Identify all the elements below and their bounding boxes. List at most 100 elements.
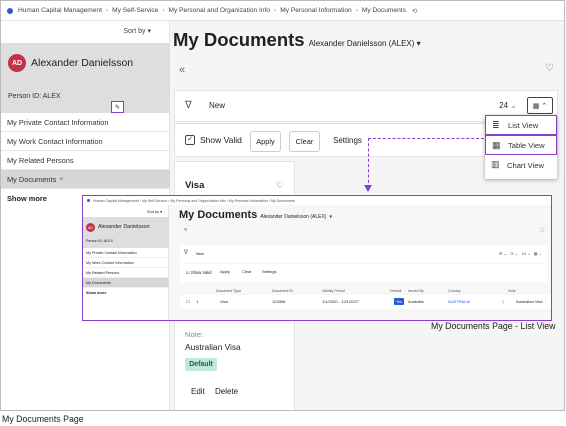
edit-pencil-icon[interactable]: ✎ [111,101,124,113]
breadcrumb-item[interactable]: My Personal Information [280,7,351,14]
inset-toolbar-right: ⚙ ⌄ ⟳ ⌄ 24 ⌄ ▦ ⌄ [498,251,542,256]
document-icon: ▯ [502,299,505,304]
inset-main: My Documents Alexander Danielsson (ALEX)… [170,205,551,320]
page-title: My Documents Alexander Danielsson (ALEX) … [173,29,421,51]
inset-apply: Apply [220,269,231,274]
sidebar-item-documents[interactable]: My Documents ⌖ [1,170,170,189]
chevron-up-icon: ⌃ [541,102,548,110]
callout-arrow [364,185,372,192]
inset-table-row: ☐ 1 Visa 123456 1/1/2020 - 12/1/2027 Yes… [180,295,551,309]
breadcrumb-item[interactable]: My Self-Service [112,7,158,14]
pin-icon: ⌖ [59,174,64,183]
favorite-icon[interactable]: ♡ [545,63,554,74]
cell-country: AUSTRALIA [448,299,471,304]
favorite-icon[interactable]: ♡ [276,180,284,191]
list-icon: ≣ [492,120,500,130]
inset-breadcrumb-item: My Personal and Organization Info [170,198,226,203]
delete-button[interactable]: Delete [215,387,238,396]
inset-nav-item: My Work Contact Information [83,258,169,268]
row-index: 1 [196,299,199,304]
inset-breadcrumb-item: My Personal Information [228,198,268,203]
cell-issued-by: Australia [408,299,424,304]
settings-button[interactable]: Settings [333,136,362,145]
sort-by-dropdown[interactable]: Sort by ▾ [123,27,151,35]
page-size-dropdown[interactable]: 24 ⌄ [499,101,517,110]
inset-new: New [196,251,205,256]
breadcrumb-item[interactable]: My Personal and Organization Info [169,7,271,14]
sidebar-nav: My Private Contact Information My Work C… [1,113,170,207]
inset-sort-by: Sort by ▾ [147,210,162,214]
column-header: Issued By [408,289,424,293]
menu-item-label: Chart View [507,160,545,170]
menu-item-chart-view[interactable]: ▥ Chart View [485,155,557,175]
caret-down-icon: ▾ [329,214,333,220]
menu-item-label: List View [508,120,539,130]
list-view-caption: My Documents Page - List View [431,321,556,331]
grid-icon: ▦ [532,102,540,110]
inset-nav-item: My Private Contact Information [83,248,169,258]
filter-icon[interactable]: ∇ [185,100,192,111]
note-value: Australian Visa [185,342,241,352]
apply-button[interactable]: Apply [250,131,281,152]
cell-type: Visa [220,299,228,304]
inset-sidebar: Sort by ▾ AD Alexander Danielsson Person… [83,205,169,320]
inset-filter-icon: ∇ [184,250,189,256]
inset-clear: Clear [242,269,252,274]
inset-avatar: AD [86,223,95,232]
inset-breadcrumb: Human Capital Management › My Self-Servi… [83,196,551,205]
inset-profile: AD Alexander Danielsson Person ID: ALEX [83,217,169,248]
sidebar-item-related-persons[interactable]: My Related Persons [1,151,170,170]
inset-filter-bar: ☑ Show Valid Apply Clear Settings [180,264,548,282]
menu-item-list-view[interactable]: ≣ List View [485,115,557,135]
new-button[interactable]: New [209,101,225,110]
inset-title: My Documents Alexander Danielsson (ALEX)… [179,209,332,221]
edit-button[interactable]: Edit [191,387,205,396]
collapse-sidebar-icon[interactable]: « [179,64,185,76]
show-valid-checkbox[interactable]: ✓ [185,135,195,145]
person-selector[interactable]: Alexander Danielsson (ALEX) ▾ [309,39,421,48]
menu-item-table-view[interactable]: ▦ Table View [485,135,557,155]
chevron-down-icon: ⌄ [510,101,517,110]
page-title-text: My Documents [173,29,305,50]
inset-subtitle: Alexander Danielsson (ALEX) [260,214,327,220]
inset-nav-item-active: My Documents [83,278,169,288]
inset-table-header: Document Type Document ID Validity Perio… [180,287,551,295]
column-header: Default [390,289,402,293]
sort-by-label: Sort by [123,28,146,35]
column-header: Validity Period [322,289,345,293]
table-icon: ▦ [492,140,501,150]
row-checkbox-icon: ☐ [186,299,190,304]
column-header: Document Type [216,289,242,293]
caret-down-icon: ▾ [147,28,151,35]
sidebar-item-private-contact[interactable]: My Private Contact Information [1,113,170,132]
list-view-inset: Human Capital Management › My Self-Servi… [82,195,552,321]
profile-header: AD Alexander Danielsson Person ID: ALEX [1,43,170,113]
note-label: Note: [185,330,204,339]
inset-sort-label: Sort by [147,210,160,214]
screenshot-frame: Human Capital Management › My Self-Servic… [0,0,565,411]
inset-breadcrumb-item: My Self-Service [141,198,168,203]
caret-down-icon: ▾ [416,39,421,48]
callout-connector [368,138,484,188]
column-header: Note [508,289,516,293]
inset-count: 24 [521,251,526,256]
refresh-icon[interactable]: ⟲ [412,7,418,15]
clear-button[interactable]: Clear [289,131,320,152]
chevron-right-icon: › [274,7,277,14]
inset-person-name: Alexander Danielsson [98,224,150,230]
chevron-right-icon: › [162,7,165,14]
page-size-value: 24 [499,101,509,110]
inset-breadcrumb-item: My Documents [271,198,295,203]
inset-nav: My Private Contact Information My Work C… [83,248,169,297]
column-header: Country [448,289,461,293]
chart-icon: ▥ [491,159,500,169]
avatar: AD [8,54,26,72]
view-switcher-button[interactable]: ▦ ⌃ [527,97,553,114]
sidebar-item-label: My Documents [7,174,57,184]
breadcrumb-item[interactable]: Human Capital Management [18,7,102,14]
inset-title-text: My Documents [179,209,258,221]
sidebar-item-work-contact[interactable]: My Work Contact Information [1,132,170,151]
default-yes-badge: Yes [394,298,404,305]
home-icon[interactable] [7,7,13,14]
chevron-right-icon: › [105,7,109,14]
